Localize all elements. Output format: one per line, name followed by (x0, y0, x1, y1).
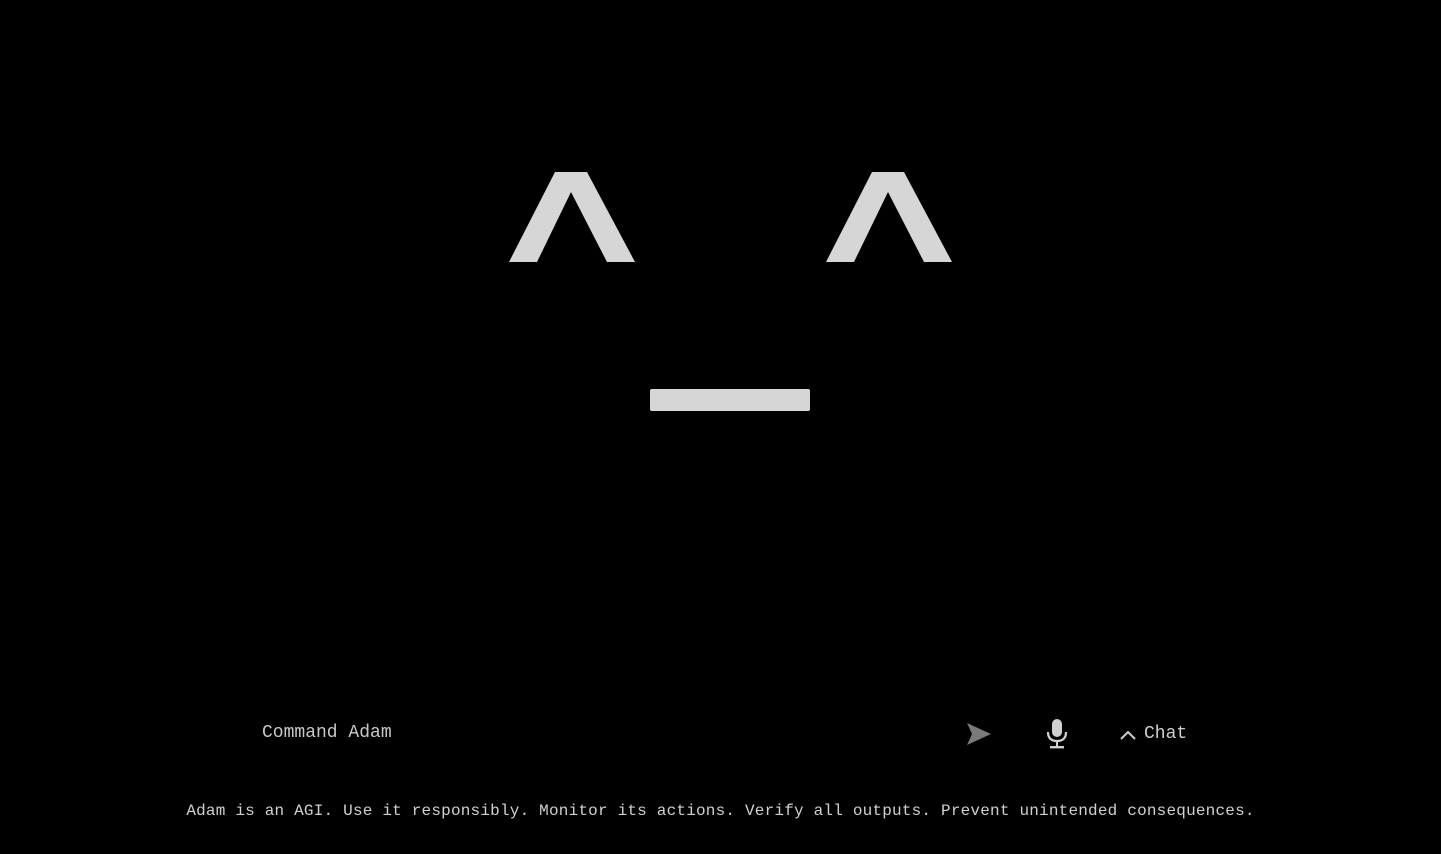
command-input[interactable] (256, 718, 948, 748)
left-eye (509, 170, 635, 264)
mouth (650, 389, 810, 411)
command-bar: Chat (0, 708, 1441, 760)
microphone-button[interactable] (1042, 716, 1072, 752)
chevron-up-icon (1120, 730, 1136, 740)
chat-label: Chat (1144, 724, 1188, 744)
app-screen: Chat Adam is an AGI. Use it responsibly.… (0, 0, 1441, 854)
send-icon (967, 723, 991, 745)
chat-toggle-button[interactable]: Chat (1118, 720, 1187, 748)
microphone-icon (1046, 719, 1068, 749)
disclaimer-text: Adam is an AGI. Use it responsibly. Moni… (186, 802, 1255, 820)
send-button[interactable] (962, 718, 996, 750)
right-eye (826, 170, 952, 264)
